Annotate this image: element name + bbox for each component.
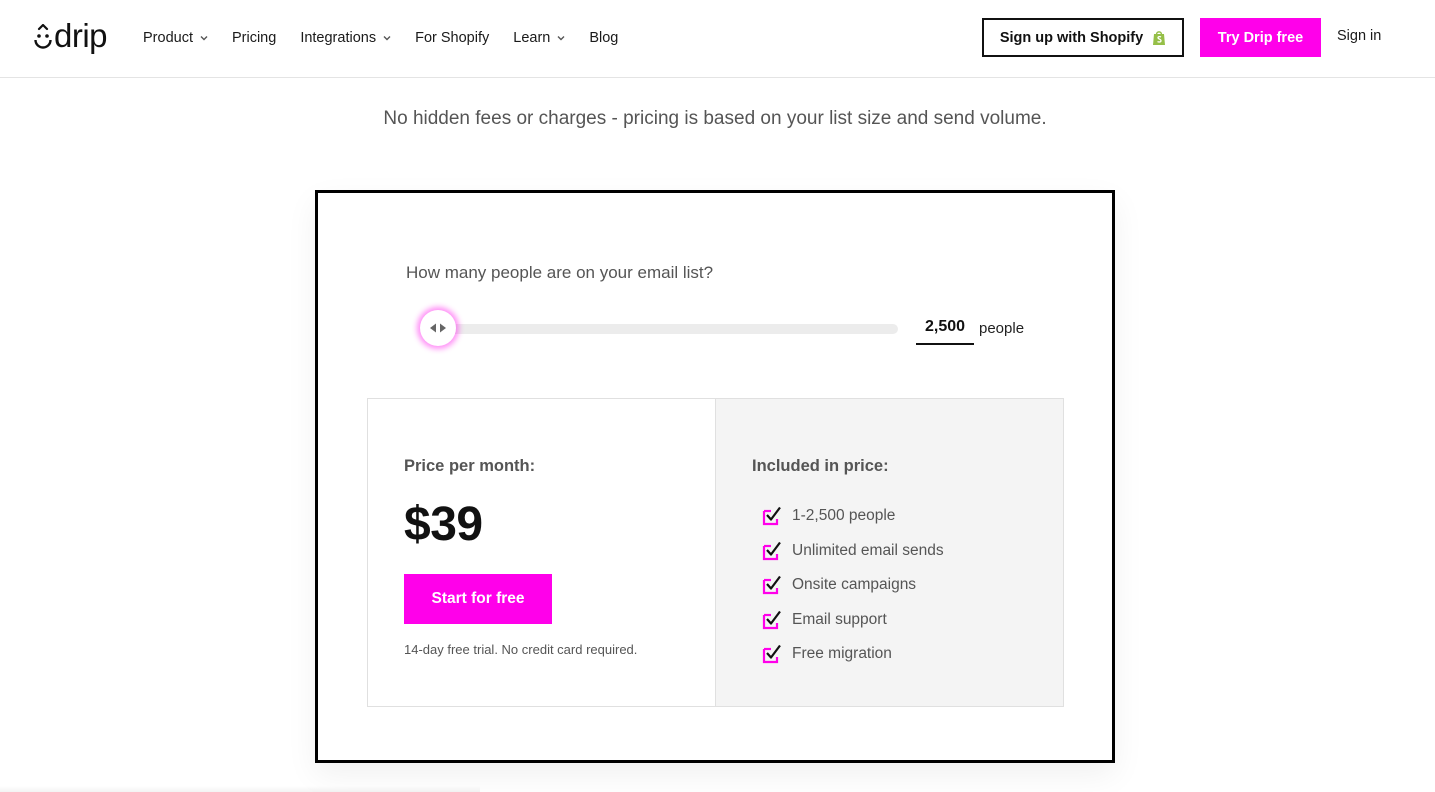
- smiley-logo-icon: [34, 24, 52, 49]
- feature-text: Unlimited email sends: [792, 541, 944, 559]
- feature-text: Email support: [792, 610, 887, 628]
- list-size-count: people: [916, 315, 1024, 345]
- logo-wordmark: drip: [54, 16, 108, 54]
- included-pane: Included in price: 1-2,500 people Unlimi…: [716, 399, 1063, 706]
- pricing-calculator-card: How many people are on your email list? …: [315, 190, 1115, 763]
- nav-for-shopify[interactable]: For Shopify: [415, 30, 489, 46]
- start-for-free-button[interactable]: Start for free: [404, 574, 552, 624]
- nav-product[interactable]: Product: [143, 30, 208, 46]
- feature-text: 1-2,500 people: [792, 507, 896, 525]
- chevron-down-icon: [383, 36, 391, 41]
- try-drip-free-button[interactable]: Try Drip free: [1200, 18, 1321, 57]
- chevron-down-icon: [557, 36, 565, 41]
- drag-arrows-icon: [430, 323, 446, 333]
- checkbox-checked-icon: [762, 541, 781, 560]
- sign-in-link[interactable]: Sign in: [1337, 28, 1381, 44]
- nav-blog-label: Blog: [589, 30, 619, 46]
- feature-item: 1-2,500 people: [762, 499, 944, 534]
- nav-pricing-label: Pricing: [231, 30, 277, 46]
- checkbox-checked-icon: [762, 576, 781, 595]
- checkbox-checked-icon: [762, 645, 781, 664]
- list-size-unit: people: [979, 320, 1025, 337]
- price-breakdown: Price per month: $39 Start for free 14-d…: [367, 398, 1064, 707]
- sign-up-with-shopify-label: Sign up with Shopify: [999, 29, 1144, 46]
- sign-up-with-shopify-button[interactable]: Sign up with Shopify: [982, 18, 1184, 57]
- feature-text: Free migration: [792, 645, 892, 663]
- feature-item: Free migration: [762, 637, 944, 672]
- nav-integrations-label: Integrations: [300, 30, 377, 46]
- checkbox-checked-icon: [762, 610, 781, 629]
- nav-pricing[interactable]: Pricing: [232, 30, 276, 46]
- price-pane: Price per month: $39 Start for free 14-d…: [368, 399, 716, 706]
- price-per-month-label: Price per month:: [404, 457, 536, 475]
- list-size-input[interactable]: [916, 315, 974, 345]
- feature-list: 1-2,500 people Unlimited email sends Ons…: [762, 499, 944, 672]
- nav-for-shopify-label: For Shopify: [415, 30, 490, 46]
- nav-product-label: Product: [143, 30, 193, 46]
- list-size-question: How many people are on your email list?: [406, 263, 714, 282]
- site-header: drip Product Pricing Integrations For Sh…: [0, 0, 1435, 78]
- feature-item: Unlimited email sends: [762, 534, 944, 569]
- trial-note: 14-day free trial. No credit card requir…: [404, 642, 638, 657]
- monthly-price: $39: [404, 498, 483, 551]
- included-in-price-label: Included in price:: [752, 457, 889, 475]
- drip-logo[interactable]: drip: [34, 16, 108, 54]
- list-size-slider-thumb[interactable]: [420, 310, 456, 346]
- nav-learn[interactable]: Learn: [513, 30, 565, 46]
- nav-integrations[interactable]: Integrations: [300, 30, 391, 46]
- feature-text: Onsite campaigns: [792, 576, 917, 594]
- pricing-subtitle: No hidden fees or charges - pricing is b…: [383, 108, 1047, 129]
- bottom-bar-shadow: [0, 786, 480, 792]
- chevron-down-icon: [200, 36, 208, 41]
- list-size-slider-track[interactable]: [420, 324, 898, 334]
- nav-learn-label: Learn: [513, 30, 551, 46]
- main-nav: Product Pricing Integrations For Shopify…: [143, 27, 642, 49]
- feature-item: Onsite campaigns: [762, 568, 944, 603]
- shopify-bag-icon: [1153, 30, 1166, 45]
- nav-blog[interactable]: Blog: [589, 30, 618, 46]
- checkbox-checked-icon: [762, 507, 781, 526]
- feature-item: Email support: [762, 603, 944, 638]
